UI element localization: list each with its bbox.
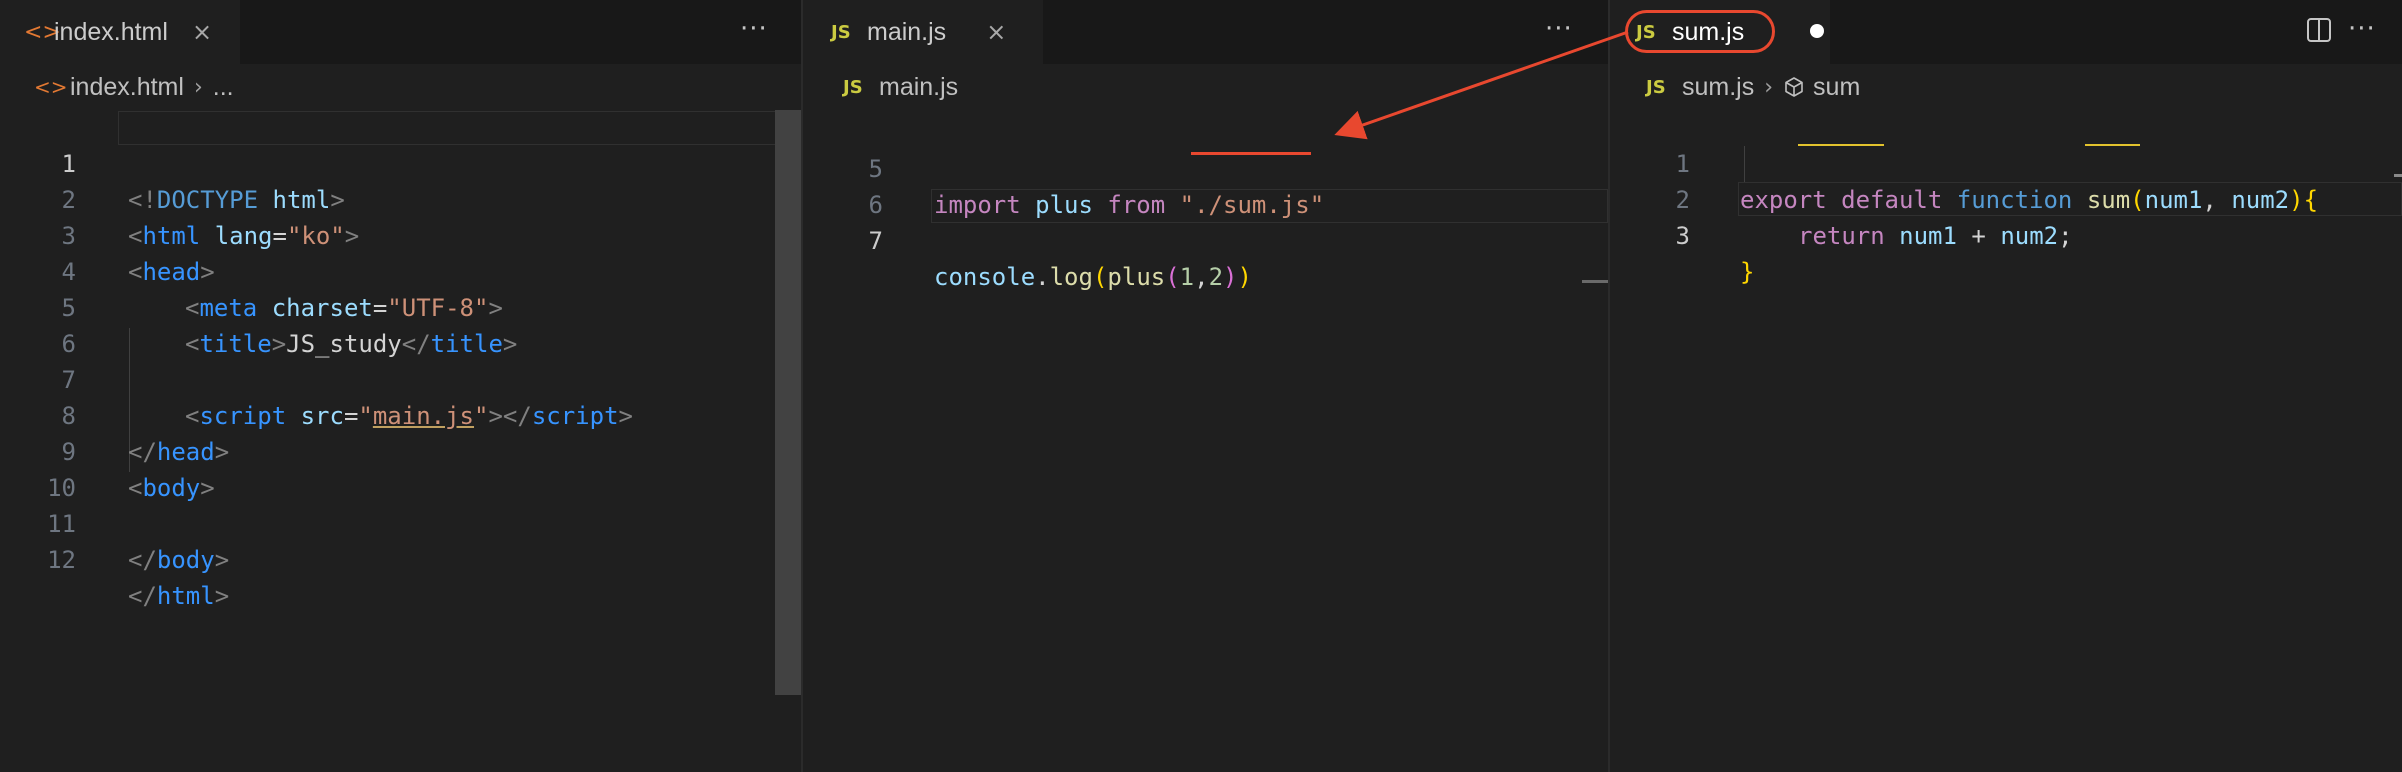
tab-bar: JS main.js × ··· (803, 0, 1608, 64)
code-line: 1 export default function sum(num1, num2… (1610, 110, 2402, 214)
breadcrumb: <> index.html › ... (0, 64, 801, 110)
code-line: 1 <!DOCTYPE html> (0, 110, 801, 214)
breadcrumb-file[interactable]: sum.js (1682, 73, 1754, 102)
token: ; (2058, 222, 2073, 250)
token: ) (1223, 263, 1238, 291)
code-editor[interactable]: 1 export default function sum(num1, num2… (1610, 110, 2402, 772)
chevron-right-icon: › (1764, 74, 1774, 100)
warning-underline (2085, 144, 2140, 146)
breadcrumb-symbol[interactable]: sum (1813, 73, 1860, 102)
html-file-icon: <> (24, 19, 61, 45)
annotation-circle (1625, 10, 1775, 53)
code-line: 7 <script src="main.js"></script> (0, 326, 801, 430)
token: ( (1165, 263, 1180, 291)
tab-index-html[interactable]: <> index.html × (0, 0, 240, 64)
code-line: 8 </head> (0, 362, 801, 466)
code-line: 9 <body> (0, 398, 801, 502)
breadcrumb-file[interactable]: index.html (70, 73, 184, 102)
js-file-icon: JS (1646, 76, 1666, 98)
token: html (156, 582, 215, 610)
split-editor-icon[interactable] (2307, 18, 2331, 42)
token: > (214, 582, 230, 610)
token: num2 (2000, 222, 2059, 250)
token: </ (128, 546, 157, 574)
line-content: </html> (128, 578, 229, 614)
annotation-underline (1191, 152, 1311, 155)
token: , (1194, 263, 1209, 291)
code-line: 5 import plus from "./sum.js" (803, 115, 1608, 219)
token: return (1798, 222, 1885, 250)
token: > (214, 546, 230, 574)
line-content: console.log(plus(1,2)) (934, 259, 1252, 295)
code-line: 2 return num1 + num2; (1610, 146, 2402, 250)
breadcrumb-file[interactable]: main.js (879, 73, 958, 102)
more-actions-icon[interactable]: ··· (1545, 14, 1573, 44)
code-editor[interactable]: 5 import plus from "./sum.js" 6 7 consol… (803, 115, 1608, 772)
code-line: 5 <title>JS_study</title> (0, 254, 801, 358)
more-actions-icon[interactable]: ··· (2348, 14, 2376, 44)
line-number: 3 (1675, 222, 1690, 250)
editor-group-sum: JS sum.js ··· JS sum.js › sum 1 export d… (1610, 0, 2402, 772)
line-content: return num1 + num2; (1798, 218, 2073, 254)
tab-label: index.html (54, 17, 168, 46)
code-editor[interactable]: 1 <!DOCTYPE html> 2 <html lang="ko"> 3 <… (0, 110, 801, 772)
tab-bar: <> index.html × ··· (0, 0, 801, 64)
code-line: 6 (0, 290, 801, 358)
breadcrumb-more[interactable]: ... (213, 73, 234, 102)
code-line: 3 <head> (0, 182, 801, 286)
close-icon[interactable]: × (986, 18, 1006, 46)
code-line: 10 (0, 434, 801, 502)
tab-label: main.js (867, 17, 947, 46)
line-content: </body> (128, 542, 229, 578)
token: ( (1092, 263, 1108, 291)
chevron-right-icon: › (193, 74, 203, 100)
js-file-icon: JS (831, 21, 851, 43)
token: 2 (1208, 263, 1224, 291)
token: </ (128, 582, 157, 610)
code-line: 12 </html> (0, 506, 801, 610)
breadcrumb: JS main.js (803, 64, 1608, 110)
editor-group-index: <> index.html × ··· <> index.html › ... … (0, 0, 801, 772)
code-line: 6 (803, 151, 1608, 219)
editor-group-main: JS main.js × ··· JS main.js 5 import plu… (803, 0, 1608, 772)
token: log (1049, 263, 1093, 291)
warning-underline (1798, 144, 1884, 146)
js-file-icon: JS (843, 76, 863, 98)
token: 1 (1179, 263, 1195, 291)
line-number: 7 (868, 227, 883, 255)
overview-ruler-mark (2394, 174, 2402, 177)
code-line: 2 <html lang="ko"> (0, 146, 801, 250)
token: } (1740, 258, 1755, 286)
token: console (934, 263, 1036, 291)
scrollbar-thumb[interactable] (775, 110, 801, 695)
token: ) (1237, 263, 1252, 291)
more-actions-icon[interactable]: ··· (740, 14, 768, 44)
tab-main-js[interactable]: JS main.js × (803, 0, 1043, 64)
token: + (1956, 222, 2001, 250)
close-icon[interactable]: × (192, 18, 212, 46)
line-number: 12 (47, 546, 76, 574)
code-line: 7 console.log(plus(1,2)) (803, 187, 1608, 291)
unsaved-dot-icon[interactable] (1810, 24, 1824, 38)
code-line: 11 </body> (0, 470, 801, 574)
line-content: } (1740, 254, 1754, 290)
token: num1 (1899, 222, 1957, 250)
token: plus (1107, 263, 1166, 291)
token: . (1035, 263, 1050, 291)
scrollbar-thumb[interactable] (1582, 280, 1608, 283)
html-file-icon: <> (34, 75, 68, 99)
symbol-cube-icon (1785, 77, 1803, 97)
code-line: 3 } (1610, 182, 2402, 286)
code-line: 4 <meta charset="UTF-8"> (0, 218, 801, 322)
token: body (156, 546, 215, 574)
breadcrumb: JS sum.js › sum (1610, 64, 2402, 110)
